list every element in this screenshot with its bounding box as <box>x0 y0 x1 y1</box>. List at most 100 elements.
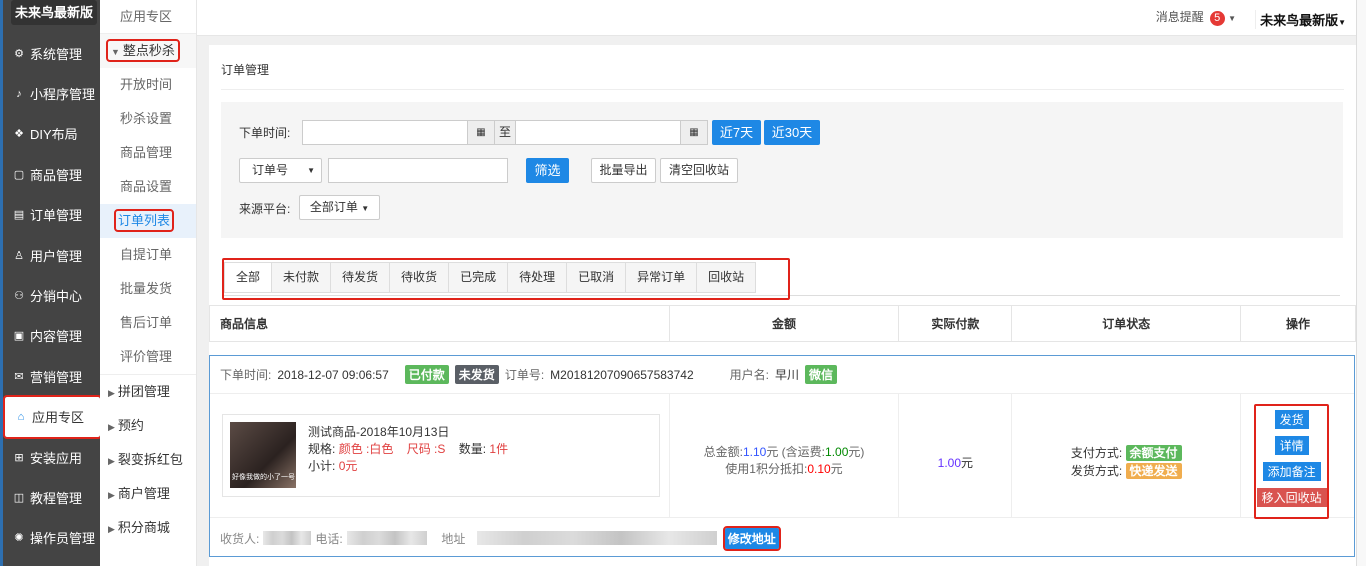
caret-right-icon: ▶ <box>108 524 115 534</box>
sub-sidebar: 应用专区 ▼ 整点秒杀 开放时间 秒杀设置 商品管理 商品设置 订单列表 自提订单 批量发货售… <box>100 0 197 566</box>
start-date-input[interactable] <box>302 120 468 145</box>
amount-cell: 总金额:1.10元 (含运费:1.00元) 使用1积分抵扣:0.10元 <box>670 394 900 517</box>
subnav-item[interactable]: 秒杀设置 <box>100 102 196 136</box>
sidebar-item[interactable]: ♙ 用户管理 <box>3 235 100 275</box>
subnav-item[interactable]: 订单列表 <box>100 204 196 238</box>
edit-address-button[interactable]: 修改地址 <box>722 525 781 551</box>
subnav-item[interactable]: 批量发货 <box>100 272 196 306</box>
user-menu[interactable]: 未来鸟最新版▼ <box>1255 10 1346 29</box>
filter-button[interactable]: 筛选 <box>526 158 569 183</box>
caret-down-icon: ▼ <box>307 166 315 175</box>
product-image[interactable]: 好像我做的小了一号 <box>230 422 296 488</box>
ship-button[interactable]: 发货 <box>1274 410 1309 429</box>
sidebar-item[interactable]: ✺ 操作员管理 <box>3 518 100 558</box>
caret-right-icon: ▶ <box>108 388 115 398</box>
filter-panel: 下单时间: ▦ 至 ▦ 近7天 近30天 订单号 ▼ 筛选 批量导出 清空回收站 … <box>221 102 1343 238</box>
search-input[interactable] <box>328 158 508 183</box>
menu-icon: ♪ <box>16 87 22 100</box>
order-time: 2018-12-07 09:06:57 <box>277 367 389 382</box>
menu-icon: ▢ <box>13 168 25 181</box>
menu-icon: ◫ <box>13 491 25 504</box>
main-sidebar: 未来鸟最新版 ⚙ 系统管理 ♪ 小程序管理 ❖ DIY布局 ▢ 商品管理 ▤ 订单管理 ♙ 用户管理 ⚇… <box>0 0 102 566</box>
calendar-icon[interactable]: ▦ <box>467 120 495 145</box>
subnav-item[interactable]: 开放时间 <box>100 68 196 102</box>
menu-icon: ✉ <box>14 370 24 383</box>
unshipped-badge: 未发货 <box>454 365 499 384</box>
subnav-item[interactable]: 自提订单 <box>100 238 196 272</box>
sidebar-item[interactable]: ▢ 商品管理 <box>3 154 100 194</box>
actual-cell: 1.00元 <box>899 394 1013 517</box>
to-label: 至 <box>494 120 516 145</box>
subnav-item[interactable]: 商品设置 <box>100 170 196 204</box>
order-body: 好像我做的小了一号 测试商品-2018年10月13日 规格: 颜色 :白色 尺码… <box>210 394 1354 519</box>
last-7-days-button[interactable]: 近7天 <box>712 120 761 145</box>
clear-recycle-button[interactable]: 清空回收站 <box>660 158 738 183</box>
brand-logo: 未来鸟最新版 <box>11 0 97 25</box>
caret-right-icon: ▶ <box>108 456 115 466</box>
move-to-recycle-button[interactable]: 移入回收站 <box>1256 488 1327 507</box>
sidebar-item[interactable]: ⚙ 系统管理 <box>3 33 100 73</box>
sidebar-item[interactable]: ▣ 内容管理 <box>3 316 100 356</box>
sidebar-item[interactable]: ❖ DIY布局 <box>3 114 100 154</box>
search-field-select[interactable]: 订单号 ▼ <box>239 158 322 183</box>
subnav-group[interactable]: ▶ 积分商城 <box>100 511 196 545</box>
status-cell: 支付方式: 余额支付 发货方式: 快递发送 <box>1012 394 1242 517</box>
product-name[interactable]: 测试商品-2018年10月13日 <box>308 424 508 441</box>
scrollbar[interactable] <box>1356 0 1366 566</box>
order-number: M20181207090657583742 <box>550 367 694 382</box>
address-redacted <box>476 531 717 545</box>
subnav-group[interactable]: ▶ 拼团管理 <box>100 375 196 409</box>
subnav-group[interactable]: ▶ 预约 <box>100 409 196 443</box>
sidebar-item[interactable]: ◫ 教程管理 <box>3 477 100 517</box>
col-product: 商品信息 <box>210 306 670 341</box>
add-note-button[interactable]: 添加备注 <box>1262 462 1321 481</box>
subnav-item[interactable]: 商品管理 <box>100 136 196 170</box>
last-30-days-button[interactable]: 近30天 <box>764 120 820 145</box>
sidebar-item[interactable]: ⊞ 安装应用 <box>3 437 100 477</box>
col-actual: 实际付款 <box>899 306 1013 341</box>
caret-down-icon: ▼ <box>361 204 370 213</box>
col-ops: 操作 <box>1286 317 1311 331</box>
sidebar-item[interactable]: ▤ 订单管理 <box>3 195 100 235</box>
receiver-redacted <box>263 531 312 545</box>
subnav-item[interactable]: 评价管理 <box>100 340 196 374</box>
sidebar-item[interactable]: ✉ 营销管理 <box>3 356 100 396</box>
menu-icon: ⚙ <box>14 47 24 60</box>
subnav-group[interactable]: ▶ 商户管理 <box>100 477 196 511</box>
caret-right-icon: ▶ <box>108 422 115 432</box>
top-bar: 消息提醒 5 ▼ 未来鸟最新版▼ <box>197 0 1356 36</box>
order-card: 下单时间: 2018-12-07 09:06:57 已付款 未发货 订单号: M20… <box>209 355 1355 557</box>
product-item: 好像我做的小了一号 测试商品-2018年10月13日 规格: 颜色 :白色 尺码… <box>222 414 660 497</box>
batch-export-button[interactable]: 批量导出 <box>591 158 656 183</box>
source-dropdown[interactable]: 全部订单 ▼ <box>299 195 380 220</box>
messages-dropdown[interactable]: 消息提醒 5 ▼ <box>1156 8 1236 26</box>
paid-badge: 已付款 <box>404 365 449 384</box>
subnav-group-seckill[interactable]: ▼ 整点秒杀 <box>100 34 196 68</box>
main-panel: 订单管理 下单时间: ▦ 至 ▦ 近7天 近30天 订单号 ▼ 筛选 批量导出 清… <box>209 45 1356 566</box>
shipping-badge: 快递发送 <box>1125 463 1182 479</box>
sidebar-item[interactable]: ⚇ 分销中心 <box>3 275 100 315</box>
sidebar-item[interactable]: ♪ 小程序管理 <box>3 73 100 113</box>
menu-icon: ✺ <box>14 532 24 545</box>
detail-button[interactable]: 详情 <box>1274 436 1309 455</box>
ops-cell: 发货 详情 添加备注 移入回收站 <box>1241 394 1354 519</box>
sidebar-item[interactable]: ⌂ 应用专区 <box>3 394 102 439</box>
col-status: 订单状态 <box>1012 306 1242 341</box>
page-title: 订单管理 <box>221 63 270 77</box>
payment-badge: 余额支付 <box>1125 445 1182 461</box>
calendar-icon[interactable]: ▦ <box>680 120 708 145</box>
user-name: 早川 <box>774 368 799 382</box>
col-amount: 金额 <box>670 306 900 341</box>
ops-group: 发货 详情 添加备注 移入回收站 <box>1254 404 1330 519</box>
menu-icon: ❖ <box>14 128 24 141</box>
highlight-box <box>222 258 790 300</box>
order-time-label: 下单时间: <box>239 126 291 140</box>
menu-icon: ⊞ <box>14 451 24 464</box>
subnav-group[interactable]: ▶ 裂变拆红包 <box>100 443 196 477</box>
order-footer: 收货人: 电话: 地址 修改地址 <box>210 519 1354 557</box>
subnav-item[interactable]: 售后订单 <box>100 306 196 340</box>
menu-icon: ⌂ <box>17 410 25 423</box>
phone-redacted <box>346 531 427 545</box>
end-date-input[interactable] <box>515 120 681 145</box>
source-label: 来源平台: <box>239 202 291 216</box>
